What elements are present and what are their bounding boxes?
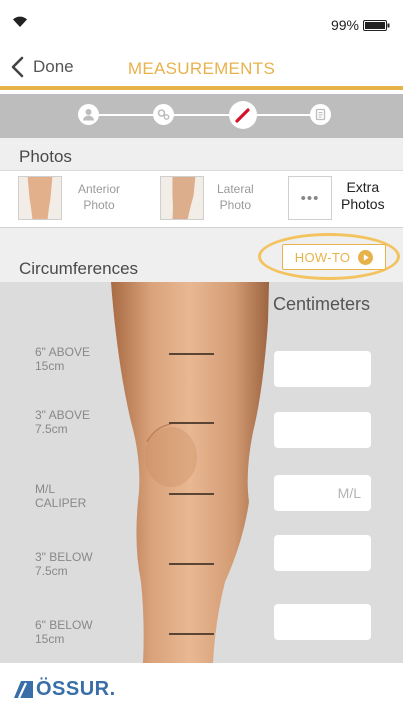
step-patient[interactable] xyxy=(78,104,99,125)
battery-icon xyxy=(363,20,390,31)
anterior-photo-tile[interactable]: Anterior Photo xyxy=(18,176,128,222)
measurement-area: Centimeters 6" ABOVE 15cm 3" ABOVE 7.5cm… xyxy=(0,282,403,663)
input-6-below[interactable] xyxy=(274,604,371,640)
row-label-ml-caliper: M/L CALIPER xyxy=(35,482,87,510)
lateral-photo-label: Lateral Photo xyxy=(217,182,254,212)
person-icon xyxy=(83,109,94,121)
measure-line-ml-caliper xyxy=(169,493,214,495)
footer: ÖSSUR. xyxy=(0,663,403,711)
measure-line-3-below xyxy=(169,563,214,565)
howto-button[interactable]: HOW-TO xyxy=(282,244,386,270)
page-title: MEASUREMENTS xyxy=(127,59,276,78)
gears-icon xyxy=(157,109,170,120)
knee-illustration xyxy=(111,282,269,663)
more-dots-icon: ••• xyxy=(288,176,332,220)
navigation-bar: Done MEASUREMENTS xyxy=(0,40,403,90)
input-3-above[interactable] xyxy=(274,412,371,448)
units-label: Centimeters xyxy=(273,294,371,314)
circumferences-title: Circumferences xyxy=(19,259,139,278)
row-label-3-above: 3" ABOVE 7.5cm xyxy=(35,408,90,436)
input-3-below[interactable] xyxy=(274,535,371,571)
wifi-icon xyxy=(13,16,27,27)
lateral-photo-thumbnail xyxy=(160,176,204,220)
step-settings[interactable] xyxy=(153,104,174,125)
row-label-6-below: 6" BELOW 15cm xyxy=(35,618,93,646)
ossur-logo-mark-icon xyxy=(14,681,33,698)
measure-line-3-above xyxy=(169,422,214,424)
battery-percent: 99% xyxy=(330,17,359,33)
step-summary[interactable] xyxy=(310,104,331,125)
ossur-logo: ÖSSUR. xyxy=(14,678,116,701)
anterior-photo-label: Anterior Photo xyxy=(78,182,121,212)
measure-line-6-above xyxy=(169,353,214,355)
brand-name: ÖSSUR. xyxy=(36,678,116,700)
step-measurements[interactable] xyxy=(229,101,257,129)
howto-label: HOW-TO xyxy=(294,249,351,265)
document-icon xyxy=(315,108,326,121)
pencil-icon xyxy=(235,108,250,123)
measure-line-6-below xyxy=(169,633,214,635)
photos-section-header: Photos xyxy=(0,138,403,171)
progress-stepper xyxy=(0,94,403,138)
lateral-photo-tile[interactable]: Lateral Photo xyxy=(160,176,270,222)
extra-photos-label: Extra Photos xyxy=(341,179,385,212)
stepper-line xyxy=(80,114,329,116)
status-bar: 99% xyxy=(0,0,403,40)
row-label-3-below: 3" BELOW 7.5cm xyxy=(35,550,93,578)
play-icon xyxy=(358,249,374,265)
anterior-photo-thumbnail xyxy=(18,176,62,220)
photos-row: Anterior Photo Lateral Photo ••• Extra P… xyxy=(0,171,403,228)
input-ml-caliper[interactable] xyxy=(274,475,371,511)
input-6-above[interactable] xyxy=(274,351,371,387)
extra-photos-tile[interactable]: ••• Extra Photos xyxy=(288,176,396,222)
row-label-6-above: 6" ABOVE 15cm xyxy=(35,345,90,373)
photos-title: Photos xyxy=(19,147,72,166)
